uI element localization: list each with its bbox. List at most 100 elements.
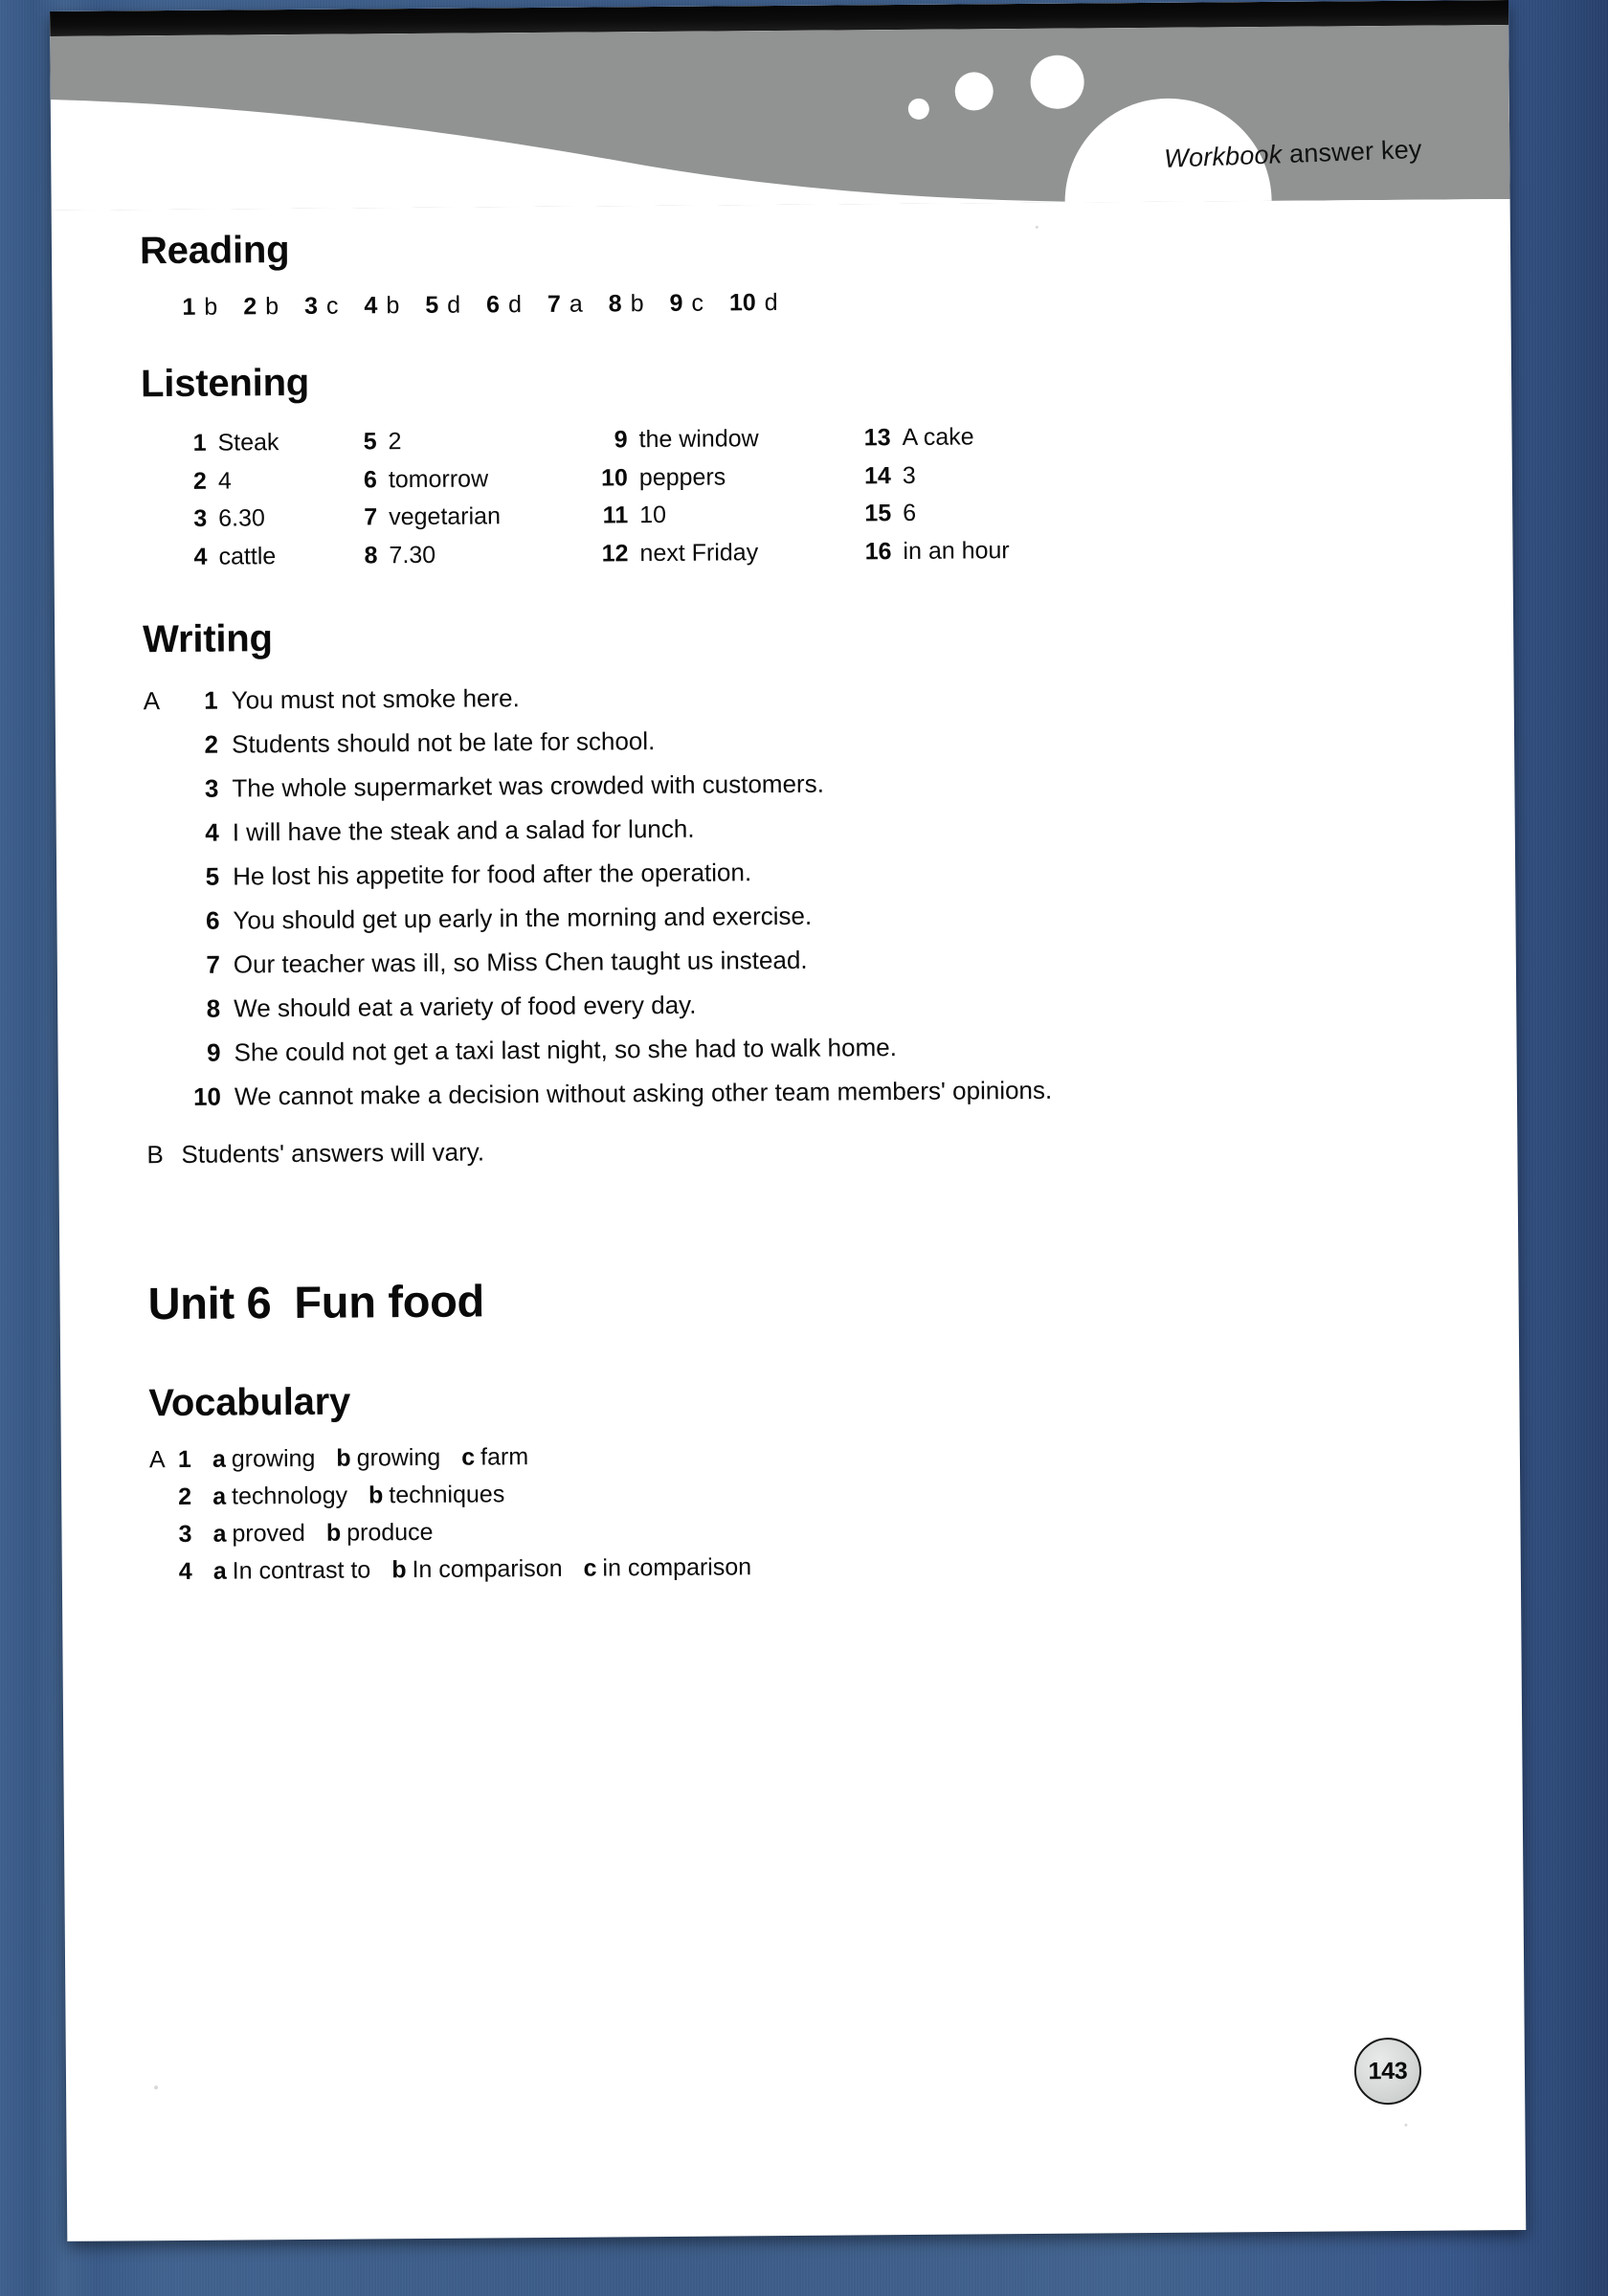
reading-heading: Reading xyxy=(139,229,290,273)
writing-part-letter: A xyxy=(143,686,161,716)
writing-answer-number: 9 xyxy=(206,1037,221,1067)
listening-answer: 8 7.30 xyxy=(346,541,597,568)
vocabulary-answer-number: 2 xyxy=(178,1482,192,1510)
reading-answer-value: b xyxy=(204,293,218,321)
vocabulary-option-key: a xyxy=(212,1445,226,1473)
writing-answer-number: 6 xyxy=(205,905,220,935)
listening-answer: 52 xyxy=(346,428,596,456)
writing-answer-number: 5 xyxy=(205,861,220,891)
listening-answer-number: 13 xyxy=(863,424,891,452)
writing-part-a-list: A 1 You must not smoke here. 2 Students shou… xyxy=(143,679,1419,1111)
writing-answer-row: 10 We cannot make a decision without aski… xyxy=(146,1075,1419,1111)
vocabulary-option-word: growing xyxy=(231,1444,316,1473)
listening-answer: 10 peppers xyxy=(597,463,860,491)
banner-title-roman: answer key xyxy=(1281,134,1422,169)
writing-answer-number: 7 xyxy=(206,949,220,979)
listening-answer-number: 5 xyxy=(363,428,377,456)
reading-answer-value: a xyxy=(569,290,583,318)
listening-answer-number: 10 xyxy=(600,463,628,491)
writing-answer-row: 2 Students should not be late for school. xyxy=(144,723,1417,759)
unit-label: Unit 6 xyxy=(147,1277,272,1329)
listening-answer-value: A cake xyxy=(902,423,974,452)
listening-answer: 24 xyxy=(176,467,346,494)
listening-answer: 11 10 xyxy=(597,501,860,529)
writing-answer-row: A 1 You must not smoke here. xyxy=(143,679,1417,716)
writing-answer-row: 7 Our teacher was ill, so Miss Chen taugh… xyxy=(145,943,1418,979)
listening-answer-value: in an hour xyxy=(903,536,1010,565)
reading-answer: 2b xyxy=(243,293,279,320)
writing-answer-text: She could not get a taxi last night, so … xyxy=(234,1033,897,1067)
vocabulary-answer-row: 2 a technology b techniques xyxy=(149,1476,1422,1510)
listening-answer-number: 12 xyxy=(601,539,629,567)
listening-answer: 4 cattle xyxy=(176,542,346,570)
listening-answer-value: 4 xyxy=(217,467,232,495)
vocabulary-option-key: c xyxy=(583,1554,597,1582)
vocabulary-option-key: b xyxy=(325,1519,342,1547)
unit-title: Unit 6 Fun food xyxy=(147,1267,1420,1329)
reading-answer-value: d xyxy=(764,289,778,317)
reading-answer-value: c xyxy=(325,292,339,320)
vocabulary-options: a technology b techniques xyxy=(212,1481,504,1510)
vocabulary-option: a In contrast to xyxy=(213,1556,371,1584)
writing-answer-text: I will have the steak and a salad for lu… xyxy=(232,814,695,847)
writing-answer-number: 3 xyxy=(204,773,219,803)
page-banner: Workbook answer key xyxy=(50,25,1510,211)
vocabulary-answers-list: A 1 a growing b growing c farm 2 a technology b tech… xyxy=(149,1438,1423,1585)
vocabulary-answer-row: 4 a In contrast to b In comparison c in compar… xyxy=(150,1550,1423,1585)
reading-answer-number: 3 xyxy=(303,292,319,320)
reading-answer-number: 9 xyxy=(669,289,683,317)
listening-answer: 14 3 xyxy=(860,461,1090,488)
vocabulary-option-word: growing xyxy=(356,1443,441,1472)
writing-answer-number: 1 xyxy=(204,685,218,715)
listening-answer: 1 Steak xyxy=(175,429,346,457)
vocabulary-option-word: In comparison xyxy=(412,1554,563,1584)
writing-answer-text: He lost his appetite for food after the … xyxy=(233,858,752,891)
reading-answer: 8b xyxy=(609,290,644,317)
writing-answer-number: 10 xyxy=(192,1081,222,1111)
listening-answer-number: 16 xyxy=(864,537,892,565)
vocabulary-option: a growing xyxy=(212,1445,316,1473)
vocabulary-option: b In comparison xyxy=(391,1555,563,1583)
writing-answer-text: Our teacher was ill, so Miss Chen taught… xyxy=(233,945,808,979)
writing-answer-row: 4 I will have the steak and a salad for l… xyxy=(145,811,1418,847)
listening-answer-number: 4 xyxy=(193,543,208,570)
reading-answer-number: 6 xyxy=(485,291,501,319)
reading-answer-number: 2 xyxy=(243,293,257,321)
reading-answer: 9c xyxy=(669,290,704,317)
reading-answer-value: b xyxy=(630,290,644,318)
vocabulary-option: b growing xyxy=(336,1444,440,1472)
vocabulary-option-key: b xyxy=(391,1556,407,1584)
page-content: Reading 1 b 2 b 3 c 4 b 5 d 6 d 7 a 8 b 9 c 10 d Listening … xyxy=(140,221,1423,1597)
vocabulary-option-word: in comparison xyxy=(602,1553,752,1582)
vocabulary-heading: Vocabulary xyxy=(148,1380,351,1425)
reading-answer-number: 1 xyxy=(182,293,196,321)
listening-answer-value: 3 xyxy=(902,461,916,489)
reading-answer-value: d xyxy=(447,291,461,319)
reading-answer: 7a xyxy=(547,291,583,318)
reading-answer: 1b xyxy=(182,294,217,321)
listening-answer: 13 A cake xyxy=(860,423,1089,452)
vocabulary-options: a In contrast to b In comparison c in compari… xyxy=(213,1553,752,1584)
listening-answer: 9 the window xyxy=(596,425,860,453)
reading-answer-value: d xyxy=(507,291,523,319)
writing-answer-row: 9 She could not get a taxi last night, so… xyxy=(145,1031,1418,1067)
listening-answer-value: cattle xyxy=(218,542,277,570)
listening-answer-value: peppers xyxy=(638,462,726,491)
reading-answer: 4b xyxy=(364,292,399,319)
listening-answer-value: 7.30 xyxy=(389,541,436,568)
section-listening: Listening 1 Steak 5 2 9 the window 13 A cake 2 4 6… xyxy=(141,354,1416,569)
vocabulary-option-key: a xyxy=(212,1557,227,1585)
writing-heading: Writing xyxy=(143,617,273,661)
listening-answer-value: tomorrow xyxy=(388,464,489,493)
reading-answer-value: b xyxy=(265,293,279,321)
reading-answer: 6d xyxy=(486,291,522,318)
vocabulary-option: b techniques xyxy=(368,1481,504,1508)
reading-answer-number: 4 xyxy=(364,292,378,320)
listening-answer-number: 3 xyxy=(193,504,208,532)
listening-answer: 12 next Friday xyxy=(597,539,860,567)
vocabulary-answer-row: 3 a proved b produce xyxy=(149,1513,1422,1548)
vocabulary-option: a technology xyxy=(212,1482,347,1510)
listening-answer-value: Steak xyxy=(217,429,279,457)
writing-part-b-letter: B xyxy=(146,1140,164,1170)
listening-answer-number: 14 xyxy=(863,461,891,489)
